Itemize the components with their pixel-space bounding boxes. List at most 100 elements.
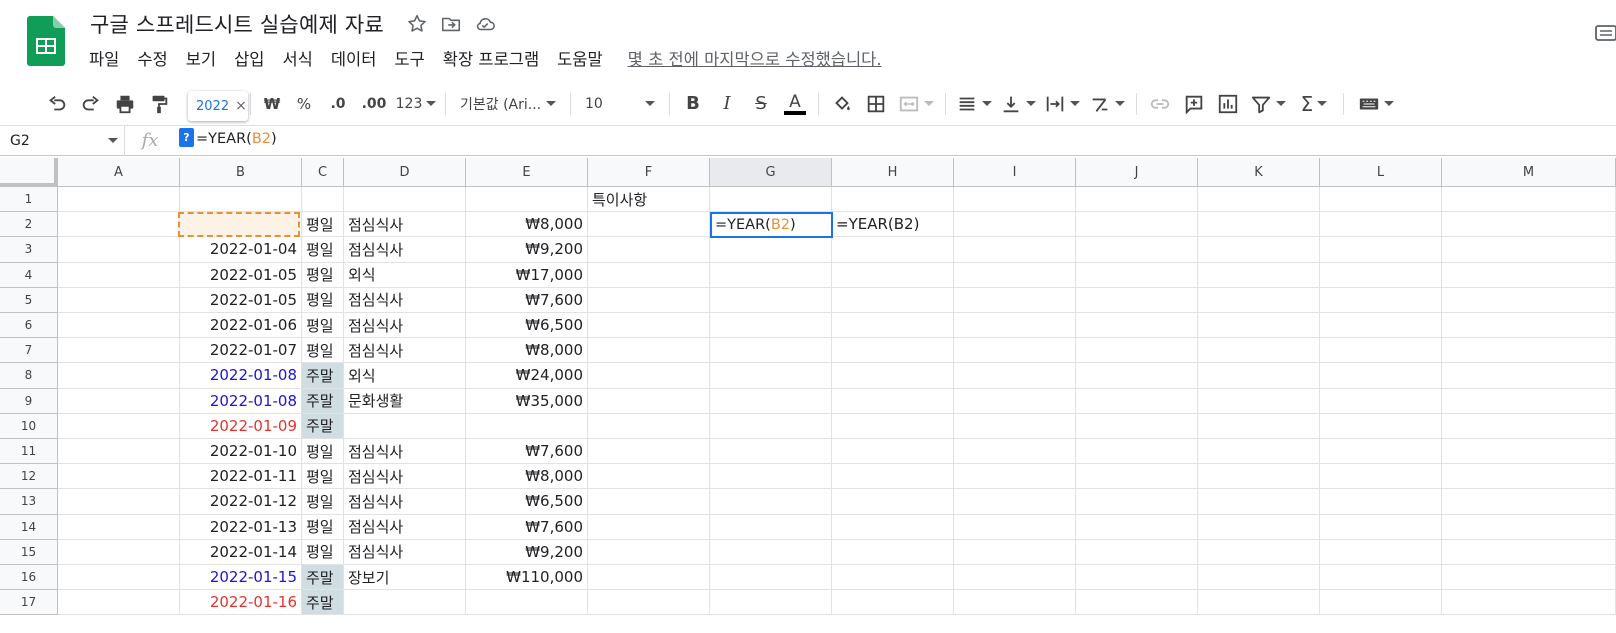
cell-i[interactable] bbox=[954, 464, 1076, 490]
cell-m[interactable] bbox=[1442, 363, 1616, 389]
menu-format[interactable]: 서식 bbox=[274, 46, 322, 70]
font-family-dropdown[interactable]: 기본값 (Ari... bbox=[452, 89, 564, 119]
cell-g[interactable] bbox=[710, 489, 832, 515]
cell-m[interactable] bbox=[1442, 464, 1616, 490]
cell-k[interactable] bbox=[1198, 287, 1320, 313]
cell-m[interactable] bbox=[1442, 212, 1616, 238]
cell-m[interactable] bbox=[1442, 539, 1616, 565]
cell-g[interactable] bbox=[710, 287, 832, 313]
cell-amount[interactable]: ₩110,000 bbox=[466, 565, 588, 591]
text-rotation-dropdown[interactable] bbox=[1084, 89, 1130, 119]
cell-k[interactable] bbox=[1198, 363, 1320, 389]
cell-j[interactable] bbox=[1076, 464, 1198, 490]
column-header-l[interactable]: L bbox=[1320, 158, 1442, 187]
cell-date[interactable]: 2022-01-04 bbox=[180, 237, 302, 263]
cell-item[interactable]: 문화생활 bbox=[344, 388, 466, 414]
column-header-g[interactable]: G bbox=[710, 158, 832, 187]
cell-date[interactable]: 2022-01-14 bbox=[180, 539, 302, 565]
cell-h[interactable] bbox=[832, 388, 954, 414]
bold-button[interactable]: B bbox=[676, 89, 710, 119]
cell-day-type[interactable] bbox=[302, 187, 344, 213]
cell-m[interactable] bbox=[1442, 565, 1616, 591]
menu-tools[interactable]: 도구 bbox=[385, 46, 433, 70]
cell-date[interactable]: 2022-01-09 bbox=[180, 413, 302, 439]
cell-item[interactable] bbox=[344, 187, 466, 213]
column-header-k[interactable]: K bbox=[1198, 158, 1320, 187]
cell-g[interactable] bbox=[710, 388, 832, 414]
cell-h[interactable] bbox=[832, 439, 954, 465]
cell-a[interactable] bbox=[58, 212, 180, 238]
cell-h[interactable] bbox=[832, 514, 954, 540]
cell-i[interactable] bbox=[954, 212, 1076, 238]
cell-h[interactable] bbox=[832, 262, 954, 288]
column-header-c[interactable]: C bbox=[302, 158, 344, 187]
row-header[interactable]: 13 bbox=[0, 489, 58, 515]
cell-g[interactable] bbox=[710, 338, 832, 364]
cell-g[interactable] bbox=[710, 413, 832, 439]
cell-date[interactable]: 2022-01-12 bbox=[180, 489, 302, 515]
borders-button[interactable] bbox=[859, 89, 893, 119]
cell-note[interactable] bbox=[588, 212, 710, 238]
cell-date[interactable]: 2022-01-13 bbox=[180, 514, 302, 540]
cell-a[interactable] bbox=[58, 514, 180, 540]
cell-item[interactable]: 장보기 bbox=[344, 565, 466, 591]
cell-k[interactable] bbox=[1198, 539, 1320, 565]
name-box[interactable]: G2 bbox=[0, 125, 125, 156]
cell-amount[interactable]: ₩7,600 bbox=[466, 439, 588, 465]
cell-day-type[interactable]: 평일 bbox=[302, 539, 344, 565]
horizontal-align-dropdown[interactable] bbox=[952, 89, 996, 119]
menu-insert[interactable]: 삽입 bbox=[225, 46, 273, 70]
cell-a[interactable] bbox=[58, 388, 180, 414]
undo-button[interactable] bbox=[40, 89, 74, 119]
column-header-f[interactable]: F bbox=[588, 158, 710, 187]
cell-i[interactable] bbox=[954, 287, 1076, 313]
cloud-status-icon[interactable] bbox=[474, 13, 496, 35]
cell-date[interactable]: 2022-01-08 bbox=[180, 388, 302, 414]
cell-item[interactable]: 점심식사 bbox=[344, 237, 466, 263]
cell-i[interactable] bbox=[954, 338, 1076, 364]
cell-day-type[interactable]: 평일 bbox=[302, 237, 344, 263]
cell-day-type[interactable]: 평일 bbox=[302, 514, 344, 540]
cell-item[interactable]: 점심식사 bbox=[344, 338, 466, 364]
cell-note[interactable] bbox=[588, 237, 710, 263]
cell-amount[interactable] bbox=[466, 187, 588, 213]
column-header-b[interactable]: B bbox=[180, 158, 302, 187]
cell-a[interactable] bbox=[58, 590, 180, 616]
cell-l[interactable] bbox=[1320, 489, 1442, 515]
cell-l[interactable] bbox=[1320, 237, 1442, 263]
menu-file[interactable]: 파일 bbox=[80, 46, 128, 70]
menu-edit[interactable]: 수정 bbox=[128, 46, 176, 70]
cell-h[interactable] bbox=[832, 237, 954, 263]
menu-help[interactable]: 도움말 bbox=[548, 46, 612, 70]
cell-a[interactable] bbox=[58, 489, 180, 515]
cell-j[interactable] bbox=[1076, 590, 1198, 616]
cell-j[interactable] bbox=[1076, 287, 1198, 313]
cell-j[interactable] bbox=[1076, 187, 1198, 213]
cell-item[interactable]: 점심식사 bbox=[344, 212, 466, 238]
cell-item[interactable]: 외식 bbox=[344, 363, 466, 389]
cell-note[interactable] bbox=[588, 363, 710, 389]
cell-m[interactable] bbox=[1442, 187, 1616, 213]
cell-a[interactable] bbox=[58, 413, 180, 439]
cell-g[interactable] bbox=[710, 262, 832, 288]
cell-note[interactable] bbox=[588, 287, 710, 313]
cell-m[interactable] bbox=[1442, 338, 1616, 364]
cell-day-type[interactable]: 주말 bbox=[302, 413, 344, 439]
cell-amount[interactable] bbox=[466, 590, 588, 616]
cell-j[interactable] bbox=[1076, 439, 1198, 465]
cell-note[interactable] bbox=[588, 338, 710, 364]
cell-k[interactable] bbox=[1198, 464, 1320, 490]
cell-l[interactable] bbox=[1320, 212, 1442, 238]
cell-note[interactable] bbox=[588, 388, 710, 414]
cell-j[interactable] bbox=[1076, 338, 1198, 364]
row-header[interactable]: 16 bbox=[0, 565, 58, 591]
cell-k[interactable] bbox=[1198, 590, 1320, 616]
cell-i[interactable] bbox=[954, 565, 1076, 591]
cell-amount[interactable]: ₩17,000 bbox=[466, 262, 588, 288]
cell-g[interactable] bbox=[710, 187, 832, 213]
cell-k[interactable] bbox=[1198, 313, 1320, 339]
font-size-dropdown[interactable]: 10 bbox=[577, 89, 663, 119]
cell-g[interactable] bbox=[710, 363, 832, 389]
cell-a[interactable] bbox=[58, 262, 180, 288]
cell-m[interactable] bbox=[1442, 489, 1616, 515]
